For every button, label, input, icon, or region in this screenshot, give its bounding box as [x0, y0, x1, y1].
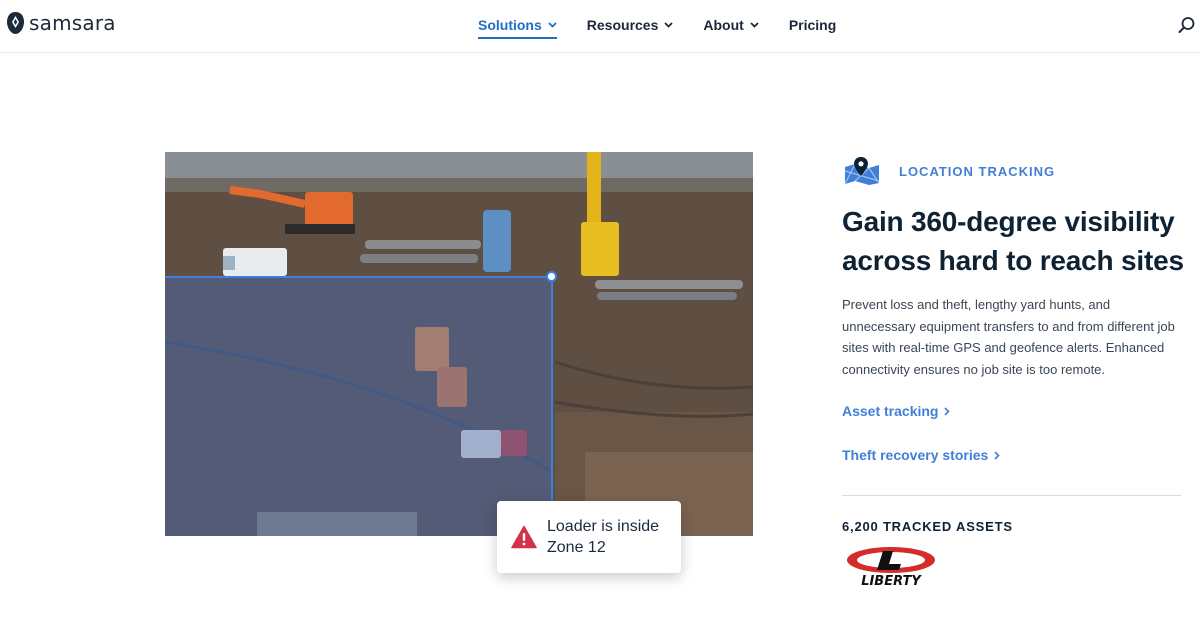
nav-item-solutions[interactable]: Solutions: [478, 15, 557, 39]
tracked-assets-stat: 6,200 TRACKED ASSETS: [842, 519, 1013, 534]
eyebrow-label: LOCATION TRACKING: [899, 163, 1056, 179]
warning-triangle-icon: [511, 525, 537, 549]
search-icon[interactable]: [1178, 16, 1196, 34]
construction-site-image: [165, 152, 753, 536]
nav-item-label: About: [703, 17, 744, 33]
chevron-down-icon: [548, 22, 557, 28]
geofence-alert-card: Loader is inside Zone 12: [497, 501, 681, 573]
link-label: Theft recovery stories: [842, 447, 989, 463]
section-description: Prevent loss and theft, lengthy yard hun…: [842, 297, 1175, 377]
brand-name: samsara: [29, 11, 116, 35]
nav-item-label: Solutions: [478, 17, 542, 33]
section-headline: Gain 360-degree visibility across hard t…: [842, 206, 1184, 276]
link-label: Asset tracking: [842, 403, 939, 419]
nav-item-resources[interactable]: Resources: [587, 15, 674, 35]
nav-item-about[interactable]: About: [703, 15, 759, 35]
nav-item-label: Resources: [586, 17, 659, 33]
top-navigation: samsara Solutions Resources About Pricin…: [0, 0, 1200, 53]
theft-recovery-stories-link[interactable]: Theft recovery stories: [842, 447, 1000, 463]
alert-message: Loader is inside Zone 12: [547, 518, 660, 556]
section-divider: [842, 495, 1181, 496]
samsara-logo[interactable]: samsara: [6, 11, 116, 35]
section-eyebrow: LOCATION TRACKING: [843, 157, 1055, 185]
chevron-down-icon: [750, 22, 759, 28]
geofence-handle[interactable]: [546, 271, 557, 282]
svg-text:LIBERTY: LIBERTY: [861, 574, 922, 588]
asset-tracking-link[interactable]: Asset tracking: [842, 403, 951, 419]
main-menu: Solutions Resources About Pricing: [478, 15, 866, 39]
map-pin-icon: [844, 157, 880, 185]
chevron-down-icon: [664, 22, 674, 28]
nav-item-pricing[interactable]: Pricing: [789, 15, 836, 35]
chevron-right-icon: [994, 450, 1000, 460]
liberty-logo: LIBERTY: [847, 547, 935, 588]
chevron-right-icon: [944, 406, 951, 416]
nav-item-label: Pricing: [788, 17, 837, 33]
geofence-zone: [165, 276, 553, 536]
samsara-logo-icon: [7, 12, 24, 34]
